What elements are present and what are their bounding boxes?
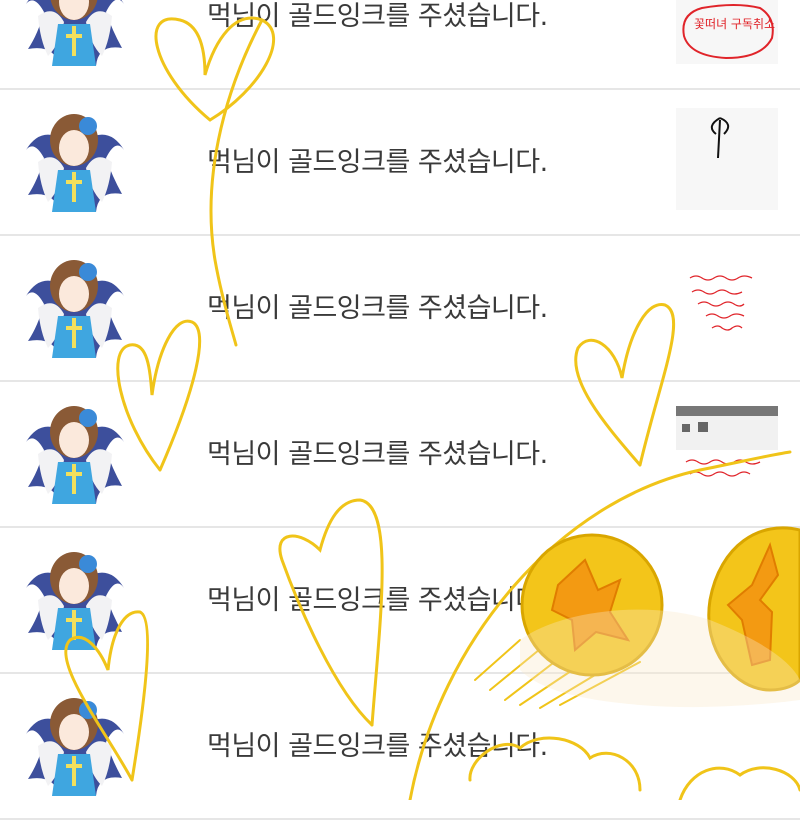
drawing-thumbnail[interactable] xyxy=(676,254,778,356)
notification-item[interactable]: 먹님이 골드잉크를 주셨습니다. xyxy=(0,674,800,820)
avatar xyxy=(26,698,124,796)
notification-text: 먹님이 골드잉크를 주셨습니다. xyxy=(207,585,548,616)
avatar xyxy=(26,406,124,504)
avatar xyxy=(26,260,124,358)
notification-text: 먹님이 골드잉크를 주셨습니다. xyxy=(207,731,548,762)
notification-text: 먹님이 골드잉크를 주셨습니다. xyxy=(207,1,548,32)
notification-item[interactable]: 먹님이 골드잉크를 주셨습니다. xyxy=(0,382,800,528)
notification-item[interactable]: 먹님이 골드잉크를 주셨습니다. xyxy=(0,528,800,674)
notification-text: 먹님이 골드잉크를 주셨습니다. xyxy=(207,439,548,470)
notification-list: 먹님이 골드잉크를 주셨습니다. 꽃떠녀 구독취소 먹님이 골드잉크를 주셨습니… xyxy=(0,0,800,820)
drawing-thumbnail[interactable] xyxy=(676,400,778,502)
drawing-thumbnail[interactable]: 꽃떠녀 구독취소 xyxy=(676,0,778,64)
notification-item[interactable]: 먹님이 골드잉크를 주셨습니다. xyxy=(0,236,800,382)
thumbnail-scribble-text: 꽃떠녀 구독취소 xyxy=(694,17,775,31)
avatar xyxy=(26,552,124,650)
avatar xyxy=(26,0,124,66)
notification-item[interactable]: 먹님이 골드잉크를 주셨습니다. xyxy=(0,90,800,236)
drawing-thumbnail[interactable] xyxy=(676,108,778,210)
notification-item[interactable]: 먹님이 골드잉크를 주셨습니다. 꽃떠녀 구독취소 xyxy=(0,0,800,90)
notification-text: 먹님이 골드잉크를 주셨습니다. xyxy=(207,293,548,324)
notification-text: 먹님이 골드잉크를 주셨습니다. xyxy=(207,147,548,178)
avatar xyxy=(26,114,124,212)
